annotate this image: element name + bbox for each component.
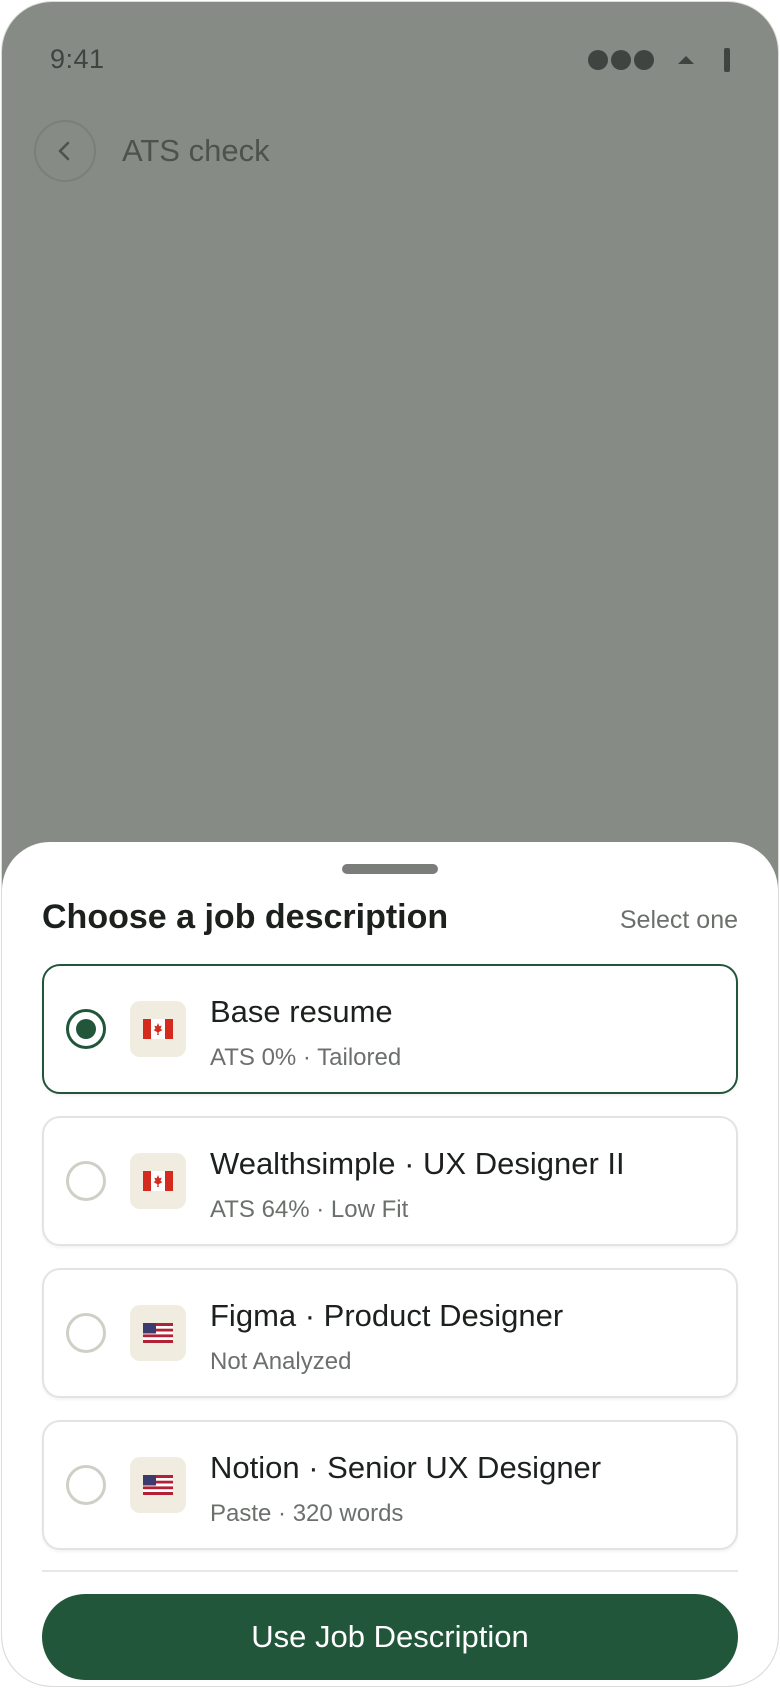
radio-button[interactable] (66, 1313, 106, 1353)
radio-button[interactable] (66, 1161, 106, 1201)
option-title: Wealthsimple · UX Designer II (210, 1146, 625, 1181)
option-title: Figma · Product Designer (210, 1298, 564, 1333)
status-time: 9:41 (50, 44, 105, 74)
canada-flag-icon (130, 1153, 186, 1209)
job-option-base-resume[interactable]: Base resume ATS 0% · Tailored (42, 964, 738, 1094)
option-subtitle: Paste · 320 words (210, 1500, 404, 1527)
battery-icon (724, 48, 730, 72)
chevron-left-icon (58, 141, 70, 161)
page-title: ATS check (122, 133, 270, 168)
sheet-title: Choose a job description (42, 898, 449, 936)
us-flag-icon (130, 1457, 186, 1513)
bottom-sheet: Choose a job description Select one Base… (2, 842, 778, 1686)
job-option-figma[interactable]: Figma · Product Designer Not Analyzed (42, 1268, 738, 1398)
signal-icon (588, 50, 654, 70)
option-subtitle: ATS 64% · Low Fit (210, 1196, 409, 1223)
divider (42, 1570, 738, 1572)
app-header: ATS check (34, 120, 270, 182)
status-bar: 9:41 (2, 2, 778, 122)
wifi-icon (678, 56, 694, 64)
canada-flag-icon (130, 1001, 186, 1057)
option-title: Notion · Senior UX Designer (210, 1450, 602, 1485)
back-button[interactable] (34, 120, 96, 182)
use-job-description-button[interactable]: Use Job Description (42, 1594, 738, 1680)
us-flag-icon (130, 1305, 186, 1361)
option-title: Base resume (210, 994, 393, 1029)
radio-button[interactable] (66, 1009, 106, 1049)
status-icons (588, 48, 730, 72)
sheet-header: Choose a job description Select one (42, 898, 738, 948)
sheet-grabber-handle[interactable] (342, 864, 438, 874)
option-subtitle: ATS 0% · Tailored (210, 1044, 402, 1071)
radio-button[interactable] (66, 1465, 106, 1505)
sheet-hint: Select one (619, 906, 738, 934)
phone-frame: 9:41 ATS check Choose a job description … (2, 2, 778, 1686)
radio-selected-dot (76, 1019, 96, 1039)
job-description-list: Base resume ATS 0% · Tailored Wealthsimp… (42, 964, 738, 1572)
job-option-wealthsimple[interactable]: Wealthsimple · UX Designer II ATS 64% · … (42, 1116, 738, 1246)
option-subtitle: Not Analyzed (210, 1348, 352, 1375)
job-option-notion[interactable]: Notion · Senior UX Designer Paste · 320 … (42, 1420, 738, 1550)
